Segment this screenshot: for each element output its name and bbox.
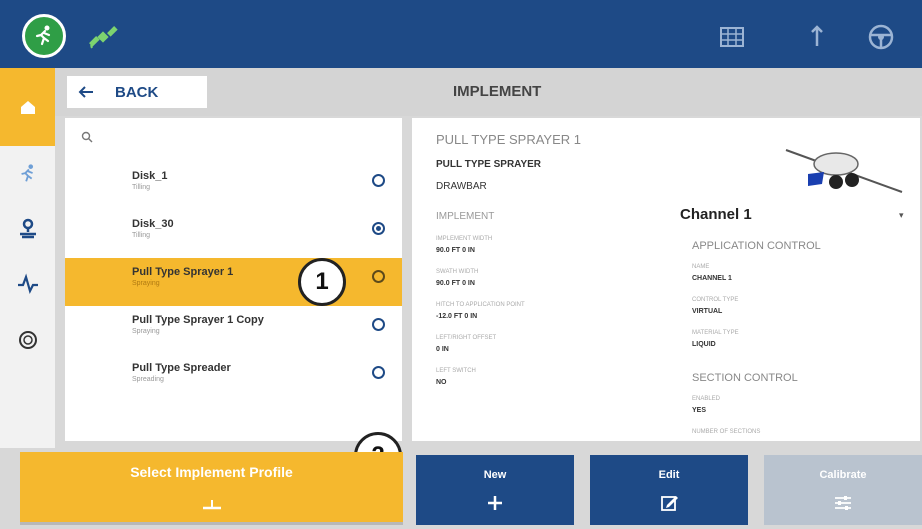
field-value: LIQUID (692, 341, 716, 348)
caret-down-icon[interactable]: ▾ (899, 210, 904, 221)
sprayer-image (785, 149, 903, 193)
plus-icon (488, 496, 502, 510)
radio-button[interactable] (372, 366, 385, 379)
run-screen-button[interactable] (22, 14, 66, 58)
calibrate-button[interactable]: Calibrate (764, 455, 922, 525)
item-name: Pull Type Spreader (132, 362, 231, 374)
callout-badge: 1 (298, 258, 346, 306)
item-name: Disk_1 (132, 170, 168, 182)
item-type: Spreading (132, 376, 164, 383)
field-value: NO (436, 379, 447, 386)
field-value: -12.0 FT 0 IN (436, 313, 478, 320)
runner-icon (21, 164, 34, 182)
detail-implement-type: PULL TYPE SPRAYER (436, 159, 542, 170)
radio-button[interactable] (372, 318, 385, 331)
field-value: 90.0 FT 0 IN (436, 280, 475, 287)
field-value: 0 IN (436, 346, 449, 353)
location-pin-icon (20, 218, 36, 239)
edit-button-label: Edit (658, 469, 680, 481)
nav-rail (0, 68, 55, 448)
pulse-icon (18, 273, 38, 295)
calibrate-button-label: Calibrate (819, 469, 867, 481)
field-label: NUMBER OF SECTIONS (692, 429, 761, 435)
field-label: SWATH WIDTH (436, 269, 479, 275)
field-value: 90.0 FT 0 IN (436, 247, 475, 254)
field-value: CHANNEL 1 (692, 275, 732, 282)
runner-icon (35, 25, 51, 46)
field-value: VIRTUAL (692, 308, 723, 315)
upload-icon[interactable] (802, 22, 832, 52)
field-label: LEFT/RIGHT OFFSET (436, 335, 497, 341)
detail-hitch: DRAWBAR (436, 181, 487, 192)
field-map-icon[interactable] (717, 22, 747, 52)
list-item-selected[interactable]: Pull Type Sprayer 1 Spraying (65, 258, 402, 306)
rail-home-button[interactable] (0, 68, 55, 146)
implement-list: Disk_1 Tilling Disk_30 Tilling Pull Type… (65, 118, 402, 441)
select-button-label: Select Implement Profile (130, 464, 293, 480)
rail-settings-button[interactable] (14, 326, 42, 354)
arrow-left-icon (78, 86, 93, 98)
radio-button[interactable] (372, 222, 385, 235)
new-button-label: New (483, 469, 507, 481)
item-type: Tilling (132, 184, 151, 191)
field-label: CONTROL TYPE (692, 297, 739, 303)
item-name: Disk_30 (132, 218, 174, 230)
implement-section-heading: IMPLEMENT (436, 211, 495, 222)
home-icon (20, 101, 35, 114)
top-bar (0, 0, 922, 68)
rail-location-button[interactable] (14, 214, 42, 242)
edit-button[interactable]: Edit (590, 455, 748, 525)
rail-runner-button[interactable] (14, 160, 42, 188)
item-type: Spraying (132, 328, 160, 335)
coin-icon (19, 331, 37, 349)
field-label: NAME (692, 264, 710, 270)
channel-dropdown[interactable]: Channel 1 (680, 206, 752, 223)
item-type: Spraying (132, 280, 160, 287)
edit-icon (661, 496, 678, 511)
page-header: BACK IMPLEMENT (55, 68, 922, 116)
item-name: Pull Type Sprayer 1 (132, 266, 234, 278)
detail-title: PULL TYPE SPRAYER 1 (436, 132, 581, 147)
steering-wheel-icon[interactable] (866, 22, 896, 52)
implement-details: PULL TYPE SPRAYER 1 PULL TYPE SPRAYER DR… (412, 118, 920, 441)
radio-button[interactable] (372, 270, 385, 283)
select-implement-profile-button[interactable]: Select Implement Profile (20, 452, 403, 522)
radio-button[interactable] (372, 174, 385, 187)
field-label: ENABLED (692, 396, 721, 402)
field-label: IMPLEMENT WIDTH (436, 236, 493, 242)
list-item[interactable]: Disk_30 Tilling (65, 210, 402, 258)
back-button[interactable]: BACK (67, 76, 207, 108)
rail-diagnostics-button[interactable] (14, 270, 42, 298)
item-type: Tilling (132, 232, 151, 239)
new-button[interactable]: New (416, 455, 574, 525)
application-control-heading: APPLICATION CONTROL (692, 240, 821, 252)
field-label: MATERIAL TYPE (692, 330, 739, 336)
satellite-icon[interactable] (86, 20, 120, 54)
search-icon[interactable] (81, 131, 93, 143)
list-item[interactable]: Pull Type Sprayer 1 Copy Spraying (65, 306, 402, 354)
section-control-heading: SECTION CONTROL (692, 372, 798, 384)
field-value: YES (692, 407, 707, 414)
list-item[interactable]: Pull Type Spreader Spreading (65, 354, 402, 402)
page-title: IMPLEMENT (453, 83, 542, 100)
item-name: Pull Type Sprayer 1 Copy (132, 314, 264, 326)
field-label: LEFT SWITCH (436, 368, 476, 374)
field-label: HITCH TO APPLICATION POINT (436, 302, 525, 308)
back-label: BACK (115, 83, 159, 101)
list-item[interactable]: Disk_1 Tilling (65, 162, 402, 210)
sliders-icon (835, 496, 851, 510)
tray-icon (203, 500, 221, 510)
